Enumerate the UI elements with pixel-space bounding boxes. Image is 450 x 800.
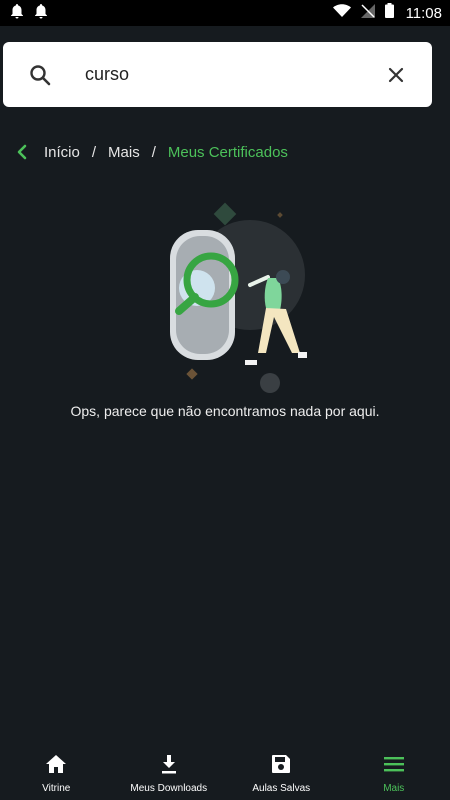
status-time: 11:08 — [405, 4, 442, 22]
wifi-icon — [332, 3, 351, 23]
nav-label: Meus Downloads — [130, 782, 208, 794]
breadcrumb: Início / Mais / Meus Certificados — [16, 140, 288, 164]
breadcrumb-item-current: Meus Certificados — [167, 143, 288, 161]
empty-state-illustration — [155, 200, 315, 395]
battery-icon — [384, 3, 394, 23]
nav-label: Aulas Salvas — [252, 782, 311, 794]
breadcrumb-separator: / — [151, 143, 156, 161]
nav-item-aulas-salvas[interactable]: Aulas Salvas — [225, 745, 337, 800]
breadcrumb-item-mais[interactable]: Mais — [108, 144, 140, 161]
nav-item-meus-downloads[interactable]: Meus Downloads — [113, 745, 225, 800]
breadcrumb-separator: / — [91, 143, 97, 161]
search-icon[interactable] — [29, 64, 57, 86]
chevron-left-icon[interactable] — [16, 144, 28, 160]
download-icon — [160, 752, 178, 776]
notification-bell-icon — [10, 3, 24, 24]
bottom-nav: Vitrine Meus Downloads Aulas Salvas Mais — [0, 745, 450, 800]
save-icon — [271, 752, 291, 776]
nav-item-vitrine[interactable]: Vitrine — [0, 745, 112, 800]
menu-icon — [383, 752, 404, 776]
notification-bell-icon — [34, 3, 48, 24]
empty-state-message: Ops, parece que não encontramos nada por… — [70, 403, 380, 419]
search-bar — [3, 42, 432, 107]
nav-label: Mais — [383, 782, 405, 794]
nav-item-mais[interactable]: Mais — [338, 745, 450, 800]
breadcrumb-item-inicio[interactable]: Início — [44, 144, 80, 161]
nav-label: Vitrine — [42, 782, 71, 794]
close-icon[interactable] — [381, 60, 411, 90]
search-input[interactable] — [85, 59, 375, 90]
home-icon — [45, 752, 67, 776]
signal-off-icon — [360, 3, 375, 23]
status-bar: 11:08 — [0, 0, 450, 26]
